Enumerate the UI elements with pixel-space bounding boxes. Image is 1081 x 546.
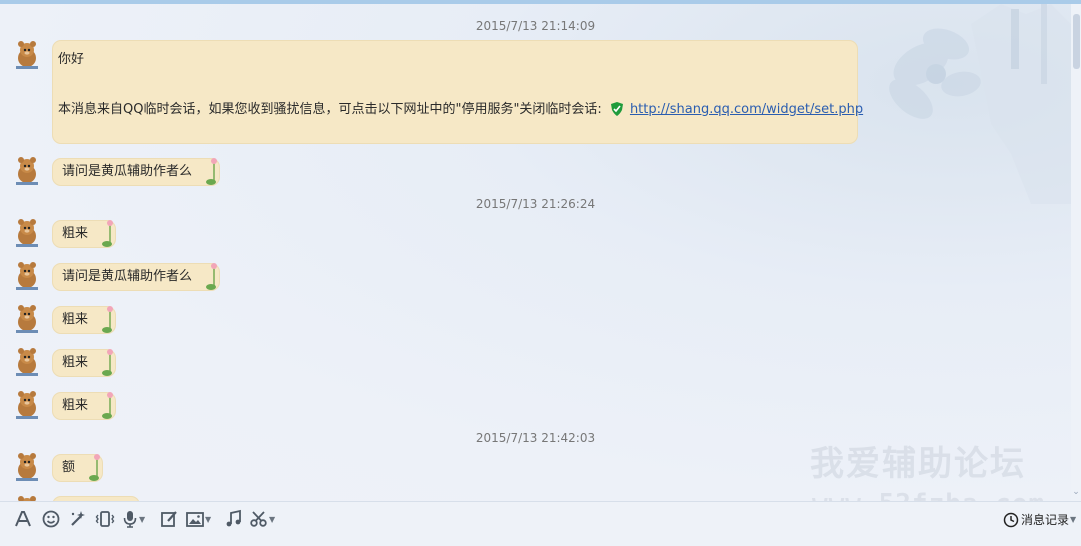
disable-service-link[interactable]: http://shang.qq.com/widget/set.php xyxy=(630,102,863,117)
edit-icon[interactable] xyxy=(159,509,179,529)
scrollbar-thumb[interactable] xyxy=(1073,14,1080,69)
avatar-bear-icon[interactable] xyxy=(12,260,42,290)
message-text: 粗来 xyxy=(62,312,89,327)
background-flower-decoration xyxy=(889,4,1071,204)
message-bubble[interactable]: 粗来 xyxy=(52,392,117,420)
avatar-bear-icon[interactable] xyxy=(12,389,42,419)
watermark-title: 我爱辅助论坛 xyxy=(810,444,1026,484)
avatar-bear-icon[interactable] xyxy=(12,155,42,185)
vibrate-icon[interactable] xyxy=(95,509,115,529)
scissors-icon[interactable]: ▼ xyxy=(250,509,275,529)
bubble-flower-decoration-icon xyxy=(89,454,101,481)
message-bubble[interactable]: 额 xyxy=(52,454,104,482)
chat-history-panel[interactable]: 2015/7/13 21:14:09 你好 本消息来自QQ临时会话，如果您收到骚… xyxy=(0,4,1071,501)
chat-scrollbar[interactable] xyxy=(1071,4,1081,501)
message-text: 额 xyxy=(62,460,76,475)
emoji-icon[interactable] xyxy=(41,509,61,529)
music-icon[interactable] xyxy=(224,509,244,529)
bubble-flower-decoration-icon xyxy=(206,263,218,290)
bubble-flower-decoration-icon xyxy=(102,306,114,333)
image-icon[interactable]: ▼ xyxy=(186,509,211,529)
history-clock-icon xyxy=(1003,512,1019,527)
avatar-bear-icon[interactable] xyxy=(12,451,42,481)
message-bubble[interactable]: 粗来 xyxy=(52,349,117,377)
chevron-down-icon: ▼ xyxy=(1070,515,1077,524)
message-text: 粗来 xyxy=(62,355,89,370)
system-notice-line: 本消息来自QQ临时会话，如果您收到骚扰信息，可点击以下网址中的"停用服务"关闭临… xyxy=(58,98,863,117)
bubble-flower-decoration-icon xyxy=(102,392,114,419)
message-bubble[interactable]: 粗来 xyxy=(52,220,117,248)
message-text: 粗来 xyxy=(62,226,89,241)
bubble-flower-decoration-icon xyxy=(102,220,114,247)
microphone-icon[interactable]: ▼ xyxy=(122,509,145,529)
message-text: 请问是黄瓜辅助作者么 xyxy=(62,269,193,284)
history-label: 消息记录 xyxy=(1021,513,1070,527)
avatar-bear-icon[interactable] xyxy=(12,39,42,69)
message-text: 请问是黄瓜辅助作者么 xyxy=(62,164,193,179)
avatar-bear-icon[interactable] xyxy=(12,303,42,333)
message-text: 本消息来自QQ临时会话，如果您收到骚扰信息，可点击以下网址中的"停用服务"关闭临… xyxy=(58,102,606,117)
message-text: 你好 xyxy=(58,52,85,67)
bubble-flower-decoration-icon xyxy=(102,349,114,376)
message-bubble[interactable]: 粗来 xyxy=(52,306,117,334)
avatar-bear-icon[interactable] xyxy=(12,346,42,376)
font-icon[interactable] xyxy=(13,509,33,529)
timestamp: 2015/7/13 21:14:09 xyxy=(475,19,596,33)
shield-check-icon xyxy=(610,102,623,116)
bubble-flower-decoration-icon xyxy=(206,158,218,185)
scroll-down-arrow-icon[interactable]: ⌄ xyxy=(1071,487,1081,497)
message-bubble[interactable]: 请问是黄瓜辅助作者么 xyxy=(52,263,221,291)
message-bubble[interactable]: 请问是黄瓜辅助作者么 xyxy=(52,158,221,186)
input-toolbar: ▼ ▼ ▼ 消息记录 ▼ xyxy=(0,501,1081,546)
avatar-bear-icon[interactable] xyxy=(12,217,42,247)
avatar-bear-icon[interactable] xyxy=(12,494,42,501)
message-history-button[interactable]: 消息记录 ▼ xyxy=(1003,511,1076,528)
message-bubble-system[interactable]: 你好 本消息来自QQ临时会话，如果您收到骚扰信息，可点击以下网址中的"停用服务"… xyxy=(52,40,863,144)
message-text: 粗来 xyxy=(62,398,89,413)
timestamp: 2015/7/13 21:26:24 xyxy=(475,197,596,211)
magic-wand-icon[interactable] xyxy=(68,509,88,529)
